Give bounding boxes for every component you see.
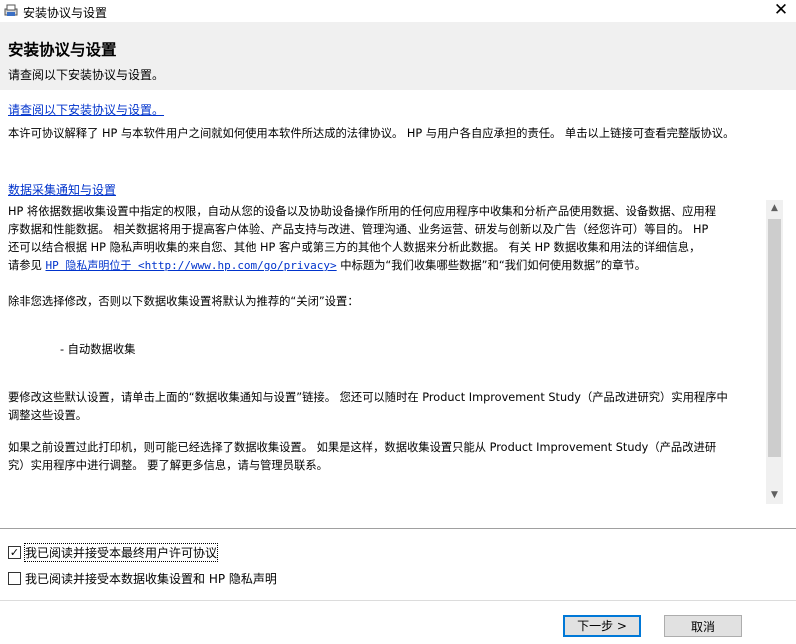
footer-divider <box>0 600 796 601</box>
data-paragraph-2: 除非您选择修改，否则以下数据收集设置将默认为推荐的“关闭”设置： <box>8 295 359 308</box>
privacy-checkbox[interactable] <box>8 571 21 585</box>
data-paragraph-5: 如果之前设置过此打印机，则可能已经选择了数据收集设置。 如果是这样，数据收集设置… <box>8 439 760 475</box>
data-list-item: - 自动数据收集 <box>60 343 136 356</box>
cancel-button[interactable]: 取消 <box>664 615 742 637</box>
text-line: 还可以结合根据 HP 隐私声明收集的来自您、其他 HP 客户或第三方的其他个人数… <box>8 241 701 254</box>
vertical-scrollbar[interactable]: ▲ ▼ <box>766 200 783 504</box>
privacy-statement-link[interactable]: HP 隐私声明位于 <http://www.hp.com/go/privacy> <box>45 259 336 272</box>
license-description: 本许可协议解释了 HP 与本软件用户之间就如何使用本软件所达成的法律协议。 HP… <box>8 127 735 140</box>
eula-checkbox-row[interactable]: ✓ 我已阅读并接受本最终用户许可协议 <box>8 542 219 562</box>
text-line: 要修改这些默认设置，请单击上面的“数据收集通知与设置”链接。 您还可以随时在 P… <box>8 391 728 404</box>
data-paragraph-1: HP 将依据数据收集设置中指定的权限，自动从您的设备以及协助设备操作所用的任何应… <box>8 203 760 275</box>
privacy-checkbox-row[interactable]: 我已阅读并接受本数据收集设置和 HP 隐私声明 <box>8 570 277 586</box>
title-bar: 安装协议与设置 ✕ <box>0 0 796 22</box>
data-collection-text: HP 将依据数据收集设置中指定的权限，自动从您的设备以及协助设备操作所用的任何应… <box>8 203 760 475</box>
scroll-up-icon[interactable]: ▲ <box>766 200 783 217</box>
wizard-header: 安装协议与设置 请查阅以下安装协议与设置。 <box>0 22 796 90</box>
divider <box>0 528 796 529</box>
scroll-down-icon[interactable]: ▼ <box>766 487 783 504</box>
privacy-checkbox-label[interactable]: 我已阅读并接受本数据收集设置和 HP 隐私声明 <box>25 570 277 587</box>
data-collection-text-box[interactable]: HP 将依据数据收集设置中指定的权限，自动从您的设备以及协助设备操作所用的任何应… <box>4 200 782 504</box>
data-paragraph-4: 要修改这些默认设置，请单击上面的“数据收集通知与设置”链接。 您还可以随时在 P… <box>8 389 760 425</box>
close-icon[interactable]: ✕ <box>766 0 796 22</box>
page-title: 安装协议与设置 <box>8 41 117 59</box>
next-button[interactable]: 下一步 > <box>563 615 641 637</box>
page-subtitle: 请查阅以下安装协议与设置。 <box>8 68 165 82</box>
data-collection-link[interactable]: 数据采集通知与设置 <box>8 181 116 198</box>
eula-checkbox[interactable]: ✓ <box>8 545 21 559</box>
text-line: 究）实用程序中进行调整。 要了解更多信息，请与管理员联系。 <box>8 459 328 472</box>
text-line: HP 将依据数据收集设置中指定的权限，自动从您的设备以及协助设备操作所用的任何应… <box>8 205 717 218</box>
text-fragment: 请参见 <box>8 259 46 272</box>
license-agreement-link[interactable]: 请查阅以下安装协议与设置。 <box>8 101 164 118</box>
scrollbar-thumb[interactable] <box>768 219 781 457</box>
text-line: 序数据和性能数据。 相关数据将用于提高客户体验、产品支持与改进、管理沟通、业务运… <box>8 223 709 236</box>
installer-app-icon <box>4 4 18 17</box>
text-fragment: 中标题为“我们收集哪些数据”和“我们如何使用数据”的章节。 <box>336 259 647 272</box>
text-line: 如果之前设置过此打印机，则可能已经选择了数据收集设置。 如果是这样，数据收集设置… <box>8 441 717 454</box>
text-line: 调整这些设置。 <box>8 409 88 422</box>
eula-checkbox-label[interactable]: 我已阅读并接受本最终用户许可协议 <box>23 542 219 562</box>
window-title: 安装协议与设置 <box>23 6 108 20</box>
